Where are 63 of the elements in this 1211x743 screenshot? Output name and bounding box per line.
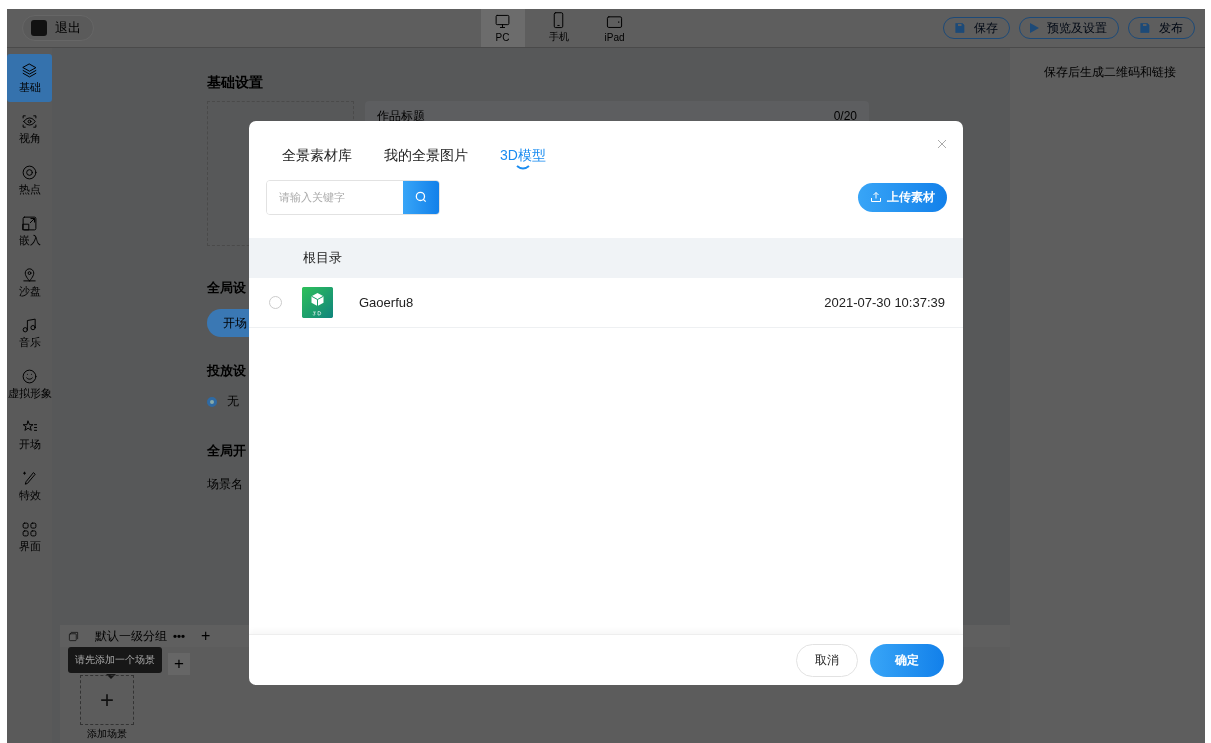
save-icon (954, 22, 966, 34)
tooltip-arrow-icon (106, 674, 116, 679)
upload-icon (870, 191, 882, 203)
device-button[interactable]: iPad (592, 9, 637, 47)
dialog-tab[interactable]: 3D模型 (500, 147, 546, 175)
smiley-icon (21, 367, 38, 385)
add-group-button[interactable]: + (201, 627, 211, 645)
sidebar-item[interactable]: 开场 (7, 411, 52, 459)
search-icon (414, 190, 428, 204)
sidebar-item[interactable]: 界面 (7, 513, 52, 561)
music-icon (21, 316, 38, 334)
model-thumbnail-icon (302, 287, 333, 318)
pin-icon (21, 265, 38, 283)
group-name: 默认一级分组 (95, 628, 167, 644)
section-heading: 投放设 (207, 362, 247, 380)
save-icon (1139, 22, 1151, 34)
dialog-tab[interactable]: 我的全景图片 (384, 147, 468, 175)
underline-icon (515, 165, 530, 170)
dialog-tab[interactable]: 全景素材库 (282, 147, 352, 175)
cancel-button[interactable]: 取消 (796, 643, 858, 677)
breadcrumb[interactable]: 根目录 (303, 249, 342, 267)
title-placeholder: 作品标题 (377, 107, 425, 125)
section-title: 基础设置 (207, 74, 264, 92)
layers-icon (21, 61, 38, 79)
sidebar-item[interactable]: 虚拟形象 (7, 360, 52, 408)
section-heading: 全局开 (207, 442, 247, 460)
logo-icon (31, 20, 47, 36)
grid-icon (21, 520, 38, 538)
exit-button[interactable]: 退出 (22, 15, 94, 41)
eye-icon (21, 112, 38, 130)
more-button[interactable]: ••• (173, 630, 186, 642)
tooltip: 请先添加一个场景 (68, 647, 162, 673)
sidebar-item[interactable]: 特效 (7, 462, 52, 510)
radio-button[interactable] (207, 396, 217, 407)
search-button[interactable] (403, 180, 439, 214)
add-scene-button[interactable]: + (80, 675, 134, 725)
add-scene-label: 添加场景 (87, 728, 127, 739)
sidebar-item[interactable]: 沙盘 (7, 258, 52, 306)
monitor-icon (494, 13, 511, 31)
add-tab-button[interactable]: + (168, 653, 190, 675)
copy-icon (68, 630, 79, 642)
tablet-icon (606, 13, 623, 31)
target-icon (21, 163, 38, 181)
device-button[interactable]: PC (480, 9, 525, 47)
search-field[interactable]: 请输入关键字 (266, 179, 440, 215)
hint-text: 保存后生成二维码和链接 (1044, 64, 1177, 81)
play-icon (1030, 23, 1039, 33)
wand-icon (21, 469, 38, 487)
sidebar-item[interactable]: 嵌入 (7, 207, 52, 255)
char-counter: 0/20 (833, 109, 857, 123)
radio-label: 无 (227, 393, 239, 410)
sidebar-item[interactable]: 热点 (7, 156, 52, 204)
file-name: Gaoerfu8 (359, 295, 415, 310)
field-label: 场景名 (207, 476, 244, 493)
upload-button[interactable]: 上传素材 (858, 182, 947, 212)
device-button[interactable]: 手机 (536, 9, 581, 47)
file-date: 2021-07-30 10:37:39 (824, 295, 945, 310)
section-heading: 全局设 (207, 279, 247, 297)
sidebar-item[interactable]: 视角 (7, 105, 52, 153)
sidebar-item[interactable]: 基础 (7, 54, 52, 102)
confirm-button[interactable]: 确定 (870, 643, 944, 677)
sidebar-item[interactable]: 音乐 (7, 309, 52, 357)
expand-icon (21, 214, 38, 232)
